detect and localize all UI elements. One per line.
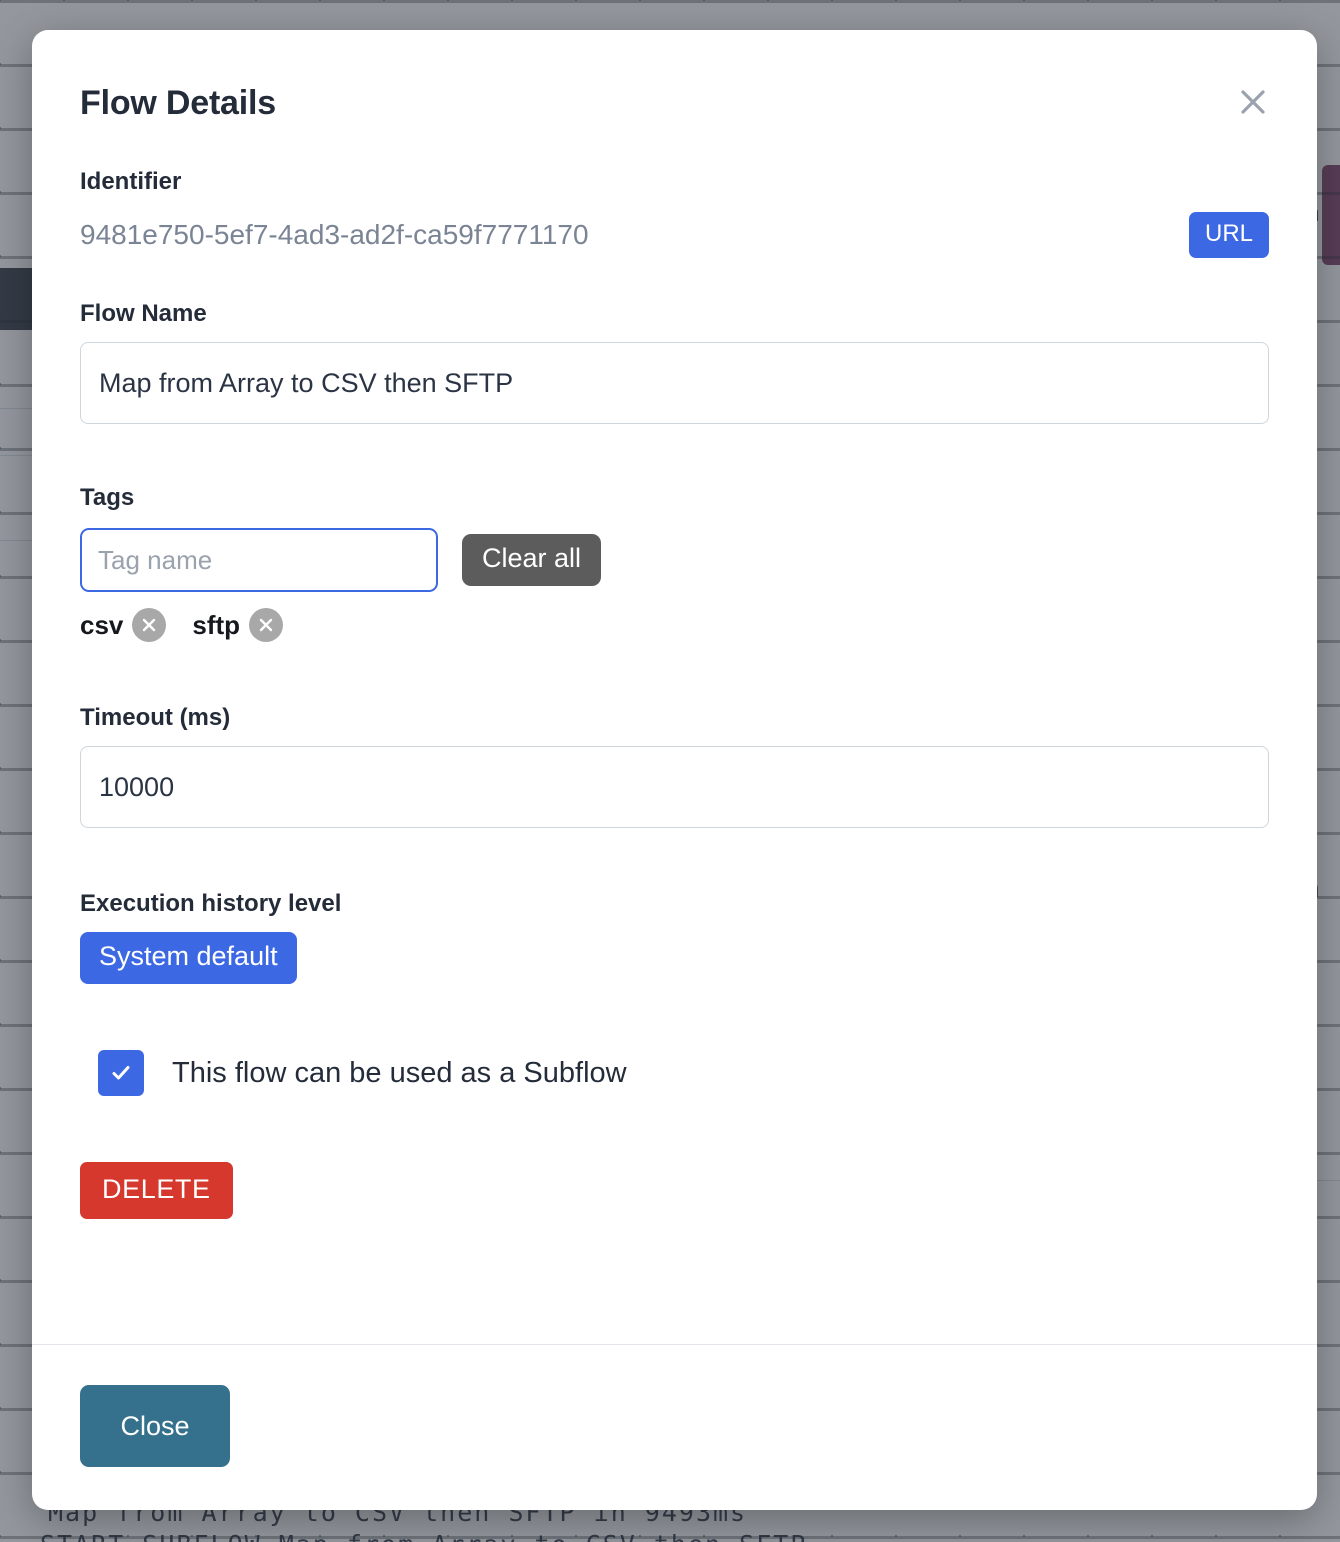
tag-remove-icon[interactable] — [132, 608, 167, 642]
execution-history-label: Execution history level — [80, 890, 342, 917]
tags-input-row: Clear all — [80, 528, 1269, 592]
flow-name-section: Flow Name — [80, 300, 1269, 424]
flow-name-label: Flow Name — [80, 300, 207, 327]
tag-chip: sftp — [192, 608, 284, 642]
tag-chip-list: csv sftp — [80, 608, 1269, 642]
identifier-label: Identifier — [80, 168, 182, 195]
checkmark-icon — [112, 1066, 130, 1080]
url-button[interactable]: URL — [1188, 212, 1269, 258]
execution-history-section: Execution history level System default — [80, 890, 1269, 984]
tags-label: Tags — [80, 484, 135, 511]
tag-chip-label: csv — [80, 609, 124, 640]
tag-remove-icon[interactable] — [249, 608, 284, 642]
execution-history-select[interactable]: System default — [80, 932, 297, 984]
timeout-label: Timeout (ms) — [80, 704, 231, 731]
flow-name-input[interactable] — [80, 342, 1269, 424]
subflow-label: This flow can be used as a Subflow — [172, 1056, 627, 1089]
timeout-section: Timeout (ms) — [80, 704, 1269, 828]
page-title: Flow Details — [80, 84, 276, 122]
timeout-input[interactable] — [80, 746, 1269, 828]
tag-chip-label: sftp — [192, 609, 241, 640]
dialog-body: Flow Details Identifier 9481e750-5ef7-4a… — [32, 30, 1317, 1374]
close-x-icon[interactable] — [1233, 82, 1273, 122]
tag-chip: csv — [80, 608, 167, 642]
delete-button[interactable]: DELETE — [80, 1162, 233, 1219]
close-button[interactable]: Close — [80, 1385, 230, 1467]
tags-section: Tags Clear all csv sft — [80, 484, 1269, 642]
subflow-checkbox-row[interactable]: This flow can be used as a Subflow — [80, 1050, 1269, 1096]
app-root: a CS n re Map from Array to CSV then SFT… — [0, 0, 1340, 1542]
dialog-footer: Close — [32, 1344, 1317, 1510]
identifier-value: 9481e750-5ef7-4ad3-ad2f-ca59f7771170 — [80, 219, 589, 250]
subflow-checkbox[interactable] — [98, 1050, 144, 1096]
identifier-row: 9481e750-5ef7-4ad3-ad2f-ca59f7771170 URL — [80, 212, 1269, 258]
dialog-header: Flow Details — [80, 86, 1269, 122]
clear-all-tags-button[interactable]: Clear all — [462, 534, 602, 586]
tag-name-input[interactable] — [80, 528, 438, 592]
flow-details-dialog: Flow Details Identifier 9481e750-5ef7-4a… — [32, 30, 1317, 1510]
identifier-section: Identifier 9481e750-5ef7-4ad3-ad2f-ca59f… — [80, 168, 1269, 258]
